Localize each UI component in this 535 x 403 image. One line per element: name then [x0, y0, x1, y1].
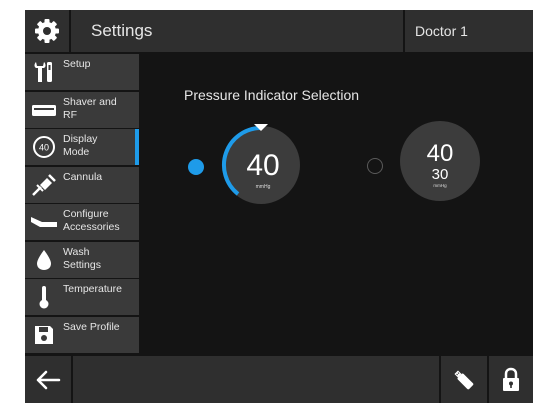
settings-screen: Settings Doctor 1 Setup Shaver and RF 40…	[25, 10, 533, 403]
floppy-disk-icon	[25, 317, 63, 353]
usb-drive-icon	[454, 369, 474, 389]
settings-gear-button[interactable]	[25, 10, 71, 52]
sidebar: Setup Shaver and RF 40 Display Mode Cann…	[25, 54, 139, 354]
single-pressure-dial[interactable]: 40 mmHg	[216, 120, 306, 210]
display-mode-icon: 40	[25, 129, 63, 165]
sidebar-item-setup[interactable]: Setup	[25, 54, 139, 90]
footer-bar	[25, 356, 533, 403]
radio-dual-pressure[interactable]	[367, 158, 383, 174]
sidebar-item-label: Wash Settings	[63, 245, 101, 271]
drop-icon	[25, 242, 63, 278]
lock-icon	[503, 367, 519, 391]
sidebar-item-label: Configure Accessories	[63, 208, 120, 233]
shaver-icon	[25, 92, 63, 128]
section-title: Pressure Indicator Selection	[184, 87, 360, 103]
dual-pressure-primary-value: 40	[427, 140, 454, 167]
thermometer-icon	[25, 279, 63, 315]
single-pressure-unit: mmHg	[256, 184, 271, 190]
cannula-icon	[25, 167, 63, 203]
footer-spacer	[73, 356, 441, 403]
sidebar-item-configure-accessories[interactable]: Configure Accessories	[25, 204, 139, 240]
back-arrow-icon	[36, 370, 61, 389]
sidebar-item-cannula[interactable]: Cannula	[25, 166, 139, 203]
usb-export-button[interactable]	[441, 356, 489, 403]
sidebar-item-temperature[interactable]: Temperature	[25, 279, 139, 315]
gear-icon	[35, 19, 59, 43]
sidebar-item-label: Shaver and RF	[63, 95, 117, 121]
sidebar-item-label: Setup	[63, 58, 91, 70]
dual-pressure-dial[interactable]: 40 30 mmHg	[398, 119, 482, 203]
sidebar-item-label: Display Mode	[63, 133, 98, 158]
sidebar-item-label: Cannula	[63, 170, 103, 183]
page-title: Settings	[71, 10, 405, 52]
sidebar-item-display-mode[interactable]: 40 Display Mode	[25, 129, 139, 165]
dual-pressure-secondary-value: 30	[432, 166, 449, 183]
accessories-icon	[25, 204, 63, 240]
sidebar-item-shaver-rf[interactable]: Shaver and RF	[25, 91, 139, 128]
sidebar-item-save-profile[interactable]: Save Profile	[25, 316, 139, 353]
tools-icon	[25, 54, 63, 90]
dual-pressure-unit: mmHg	[433, 183, 447, 188]
single-pressure-value: 40	[246, 149, 279, 182]
back-button[interactable]	[25, 356, 73, 403]
svg-text:40: 40	[39, 143, 49, 153]
sidebar-item-wash-settings[interactable]: Wash Settings	[25, 241, 139, 278]
header-bar: Settings Doctor 1	[25, 10, 533, 52]
radio-single-pressure[interactable]	[188, 159, 204, 175]
lock-button[interactable]	[489, 356, 533, 403]
sidebar-item-label: Save Profile	[63, 320, 120, 333]
current-user[interactable]: Doctor 1	[405, 10, 533, 52]
sidebar-item-label: Temperature	[63, 283, 122, 295]
main-content: Pressure Indicator Selection 40 mmHg 40 …	[141, 54, 533, 354]
active-indicator	[135, 129, 139, 165]
